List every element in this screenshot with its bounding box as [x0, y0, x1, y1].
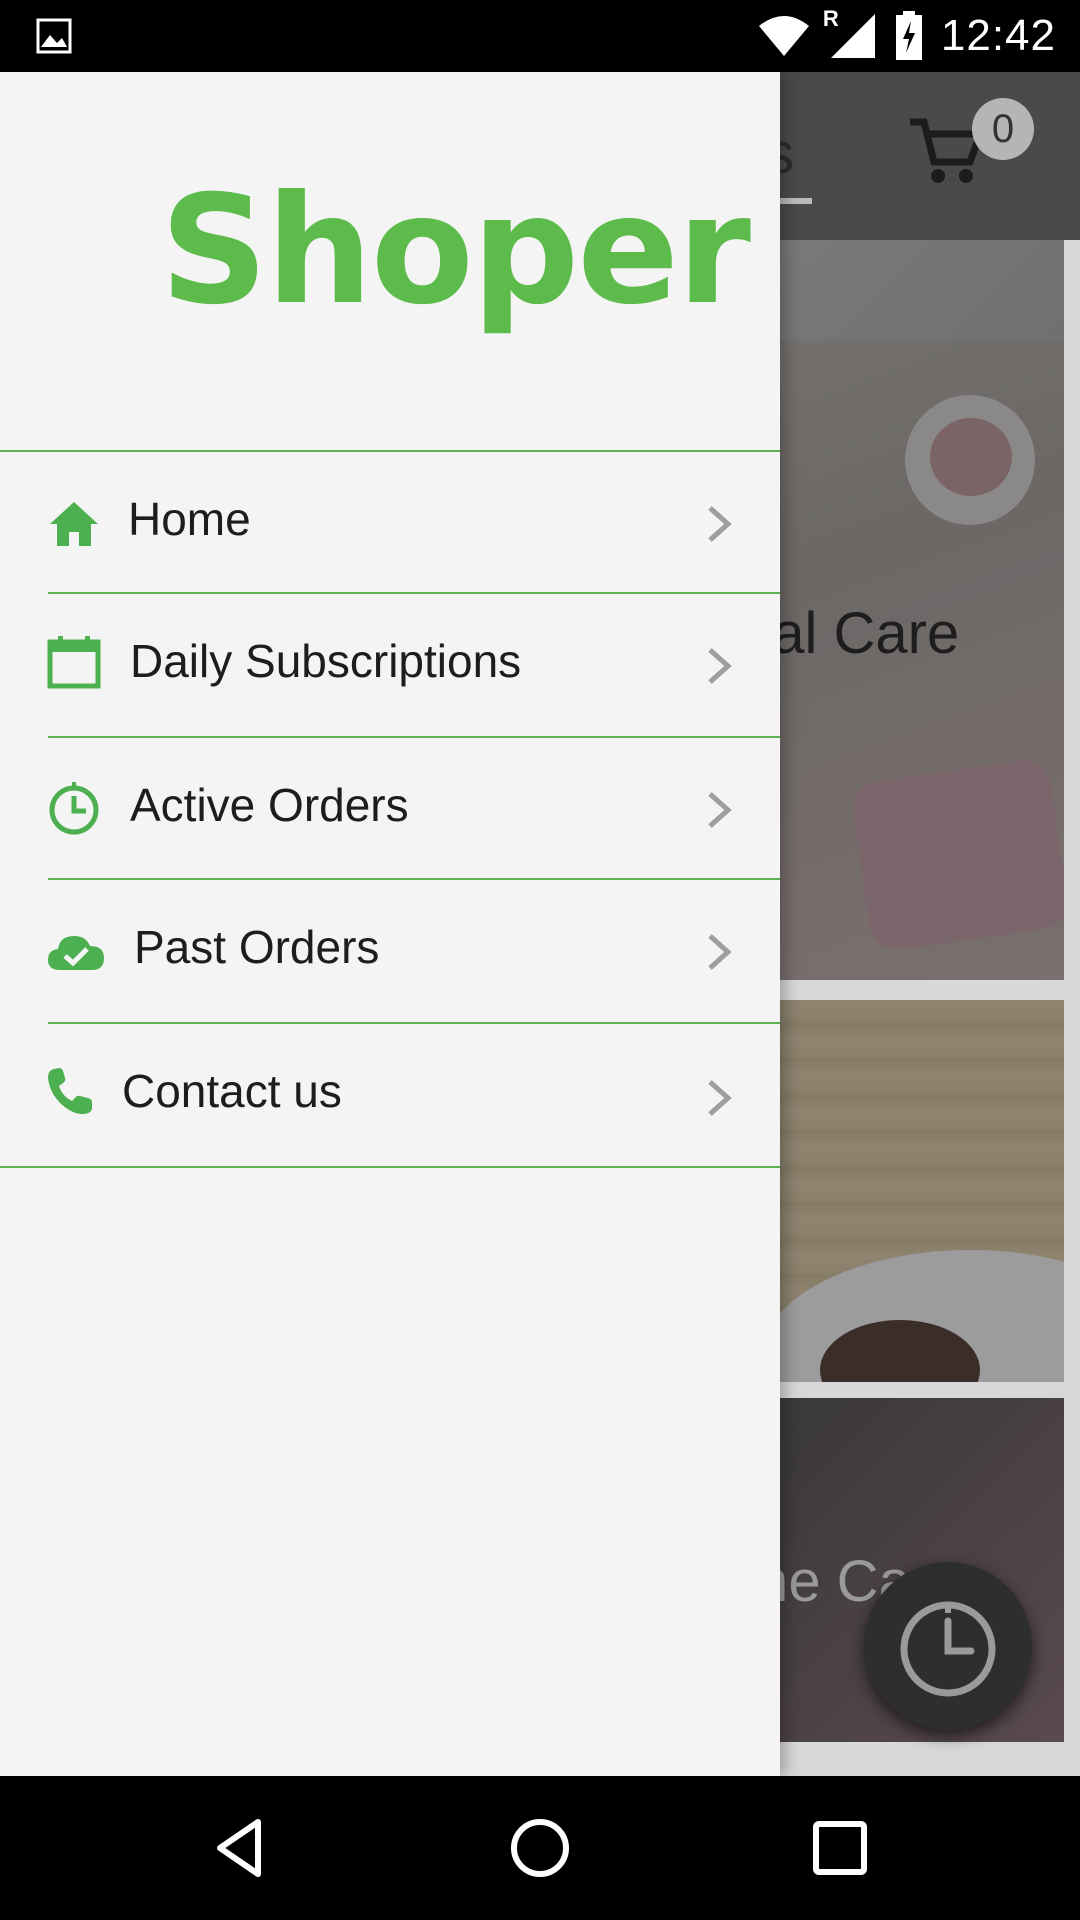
- back-icon[interactable]: [206, 1814, 274, 1882]
- cloud-check-icon: [48, 936, 104, 970]
- menu-item-active-orders[interactable]: Active Orders: [0, 738, 780, 880]
- menu-item-past-orders[interactable]: Past Orders: [0, 880, 780, 1022]
- signal-roaming-icon: R: [823, 6, 877, 60]
- calendar-icon: [47, 636, 101, 689]
- image-notification-icon: [36, 18, 72, 54]
- drawer-header: Shoper: [0, 72, 780, 450]
- wifi-icon: [758, 16, 809, 56]
- shoper-logo: Shoper: [160, 164, 751, 338]
- home-icon: [50, 502, 98, 546]
- navigation-drawer: Shoper Home Daily Subscriptions Active O…: [0, 72, 780, 1776]
- menu-item-daily-subscriptions[interactable]: Daily Subscriptions: [0, 594, 780, 736]
- clock-icon: [900, 1601, 996, 1697]
- menu-item-label: Home: [128, 493, 251, 545]
- divider: [0, 1166, 780, 1168]
- status-bar: R 12:42: [0, 0, 1080, 72]
- chevron-right-icon: [708, 1080, 732, 1116]
- status-time: 12:42: [940, 11, 1056, 60]
- menu-item-contact-us[interactable]: Contact us: [0, 1024, 780, 1166]
- menu-item-label: Active Orders: [130, 779, 409, 831]
- recents-icon[interactable]: [806, 1814, 874, 1882]
- schedule-fab[interactable]: [864, 1562, 1032, 1730]
- system-nav-bar: [0, 1776, 1080, 1920]
- chevron-right-icon: [708, 934, 732, 970]
- roaming-label: R: [822, 6, 839, 31]
- battery-charging-icon: [895, 11, 922, 60]
- clock-icon: [49, 782, 99, 835]
- chevron-right-icon: [708, 792, 732, 828]
- chevron-right-icon: [708, 648, 732, 684]
- menu-item-label: Daily Subscriptions: [130, 635, 522, 687]
- cart-count-badge: 0: [972, 98, 1034, 160]
- card-image-pitcher-milk: [930, 418, 1012, 496]
- chevron-right-icon: [708, 506, 732, 542]
- phone-icon: [48, 1068, 92, 1115]
- menu-item-label: Past Orders: [134, 921, 380, 973]
- home-circle-icon[interactable]: [506, 1814, 574, 1882]
- menu-item-label: Contact us: [122, 1065, 342, 1117]
- card-image-soap: [849, 756, 1064, 954]
- menu-item-home[interactable]: Home: [0, 452, 780, 594]
